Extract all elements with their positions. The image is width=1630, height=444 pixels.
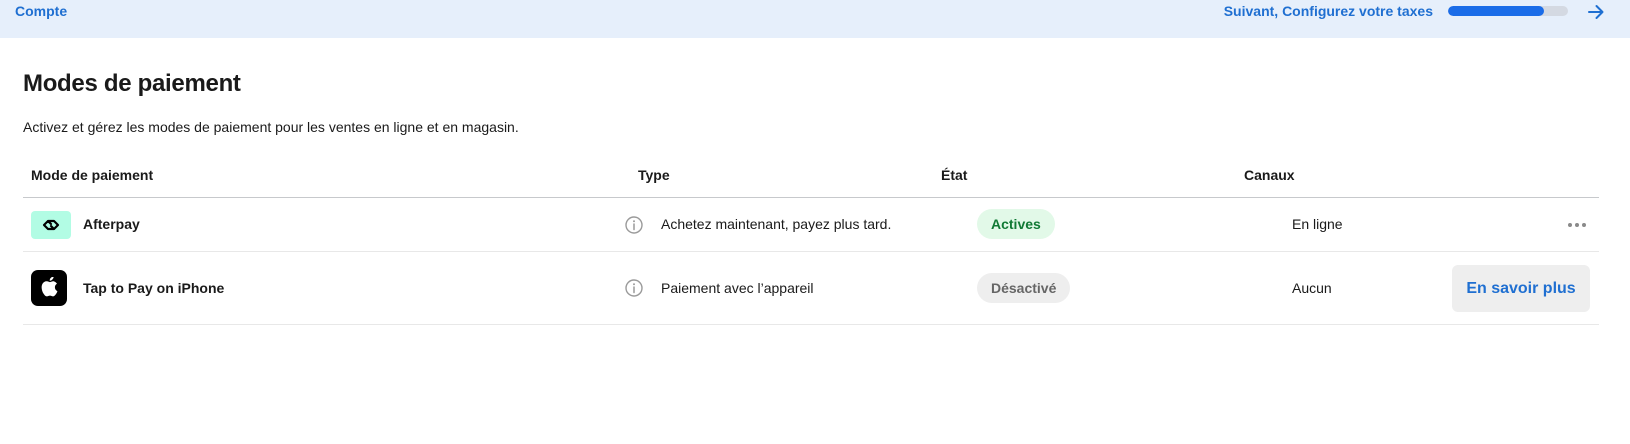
method-type: Paiement avec l’appareil bbox=[661, 280, 814, 296]
next-step-link[interactable]: Suivant, Configurez votre taxes bbox=[1224, 3, 1433, 19]
method-type: Achetez maintenant, payez plus tard. bbox=[661, 216, 892, 232]
method-channels: Aucun bbox=[1292, 280, 1332, 296]
page-description: Activez et gérez les modes de paiement p… bbox=[23, 119, 519, 135]
setup-progress-bar bbox=[1448, 6, 1568, 16]
progress-bar-fill bbox=[1448, 6, 1544, 16]
method-name: Tap to Pay on iPhone bbox=[83, 280, 225, 296]
arrow-right-icon[interactable] bbox=[1584, 0, 1608, 24]
top-banner: Compte Suivant, Configurez votre taxes bbox=[0, 0, 1630, 38]
table-header: Mode de paiement Type État Canaux bbox=[23, 152, 1599, 198]
account-link[interactable]: Compte bbox=[15, 3, 67, 19]
afterpay-logo-icon bbox=[31, 211, 71, 239]
status-badge: Désactivé bbox=[977, 273, 1071, 303]
method-channels: En ligne bbox=[1292, 216, 1343, 232]
learn-more-button[interactable]: En savoir plus bbox=[1452, 265, 1590, 312]
payment-methods-table: Mode de paiement Type État Canaux Afterp… bbox=[23, 152, 1599, 325]
table-row-tap-to-pay[interactable]: Tap to Pay on iPhone Paiement avec l’app… bbox=[23, 252, 1599, 325]
column-header-state: État bbox=[941, 167, 968, 183]
column-header-type: Type bbox=[638, 167, 670, 183]
page-title: Modes de paiement bbox=[23, 70, 241, 97]
column-header-method: Mode de paiement bbox=[31, 167, 154, 183]
status-badge: Actives bbox=[977, 209, 1055, 239]
column-header-channels: Canaux bbox=[1244, 167, 1295, 183]
apple-logo-icon bbox=[31, 270, 67, 306]
more-options-icon[interactable] bbox=[1563, 218, 1591, 232]
method-name: Afterpay bbox=[83, 216, 140, 232]
table-row-afterpay[interactable]: Afterpay Achetez maintenant, payez plus … bbox=[23, 198, 1599, 252]
info-icon[interactable] bbox=[624, 278, 644, 298]
info-icon[interactable] bbox=[624, 215, 644, 235]
